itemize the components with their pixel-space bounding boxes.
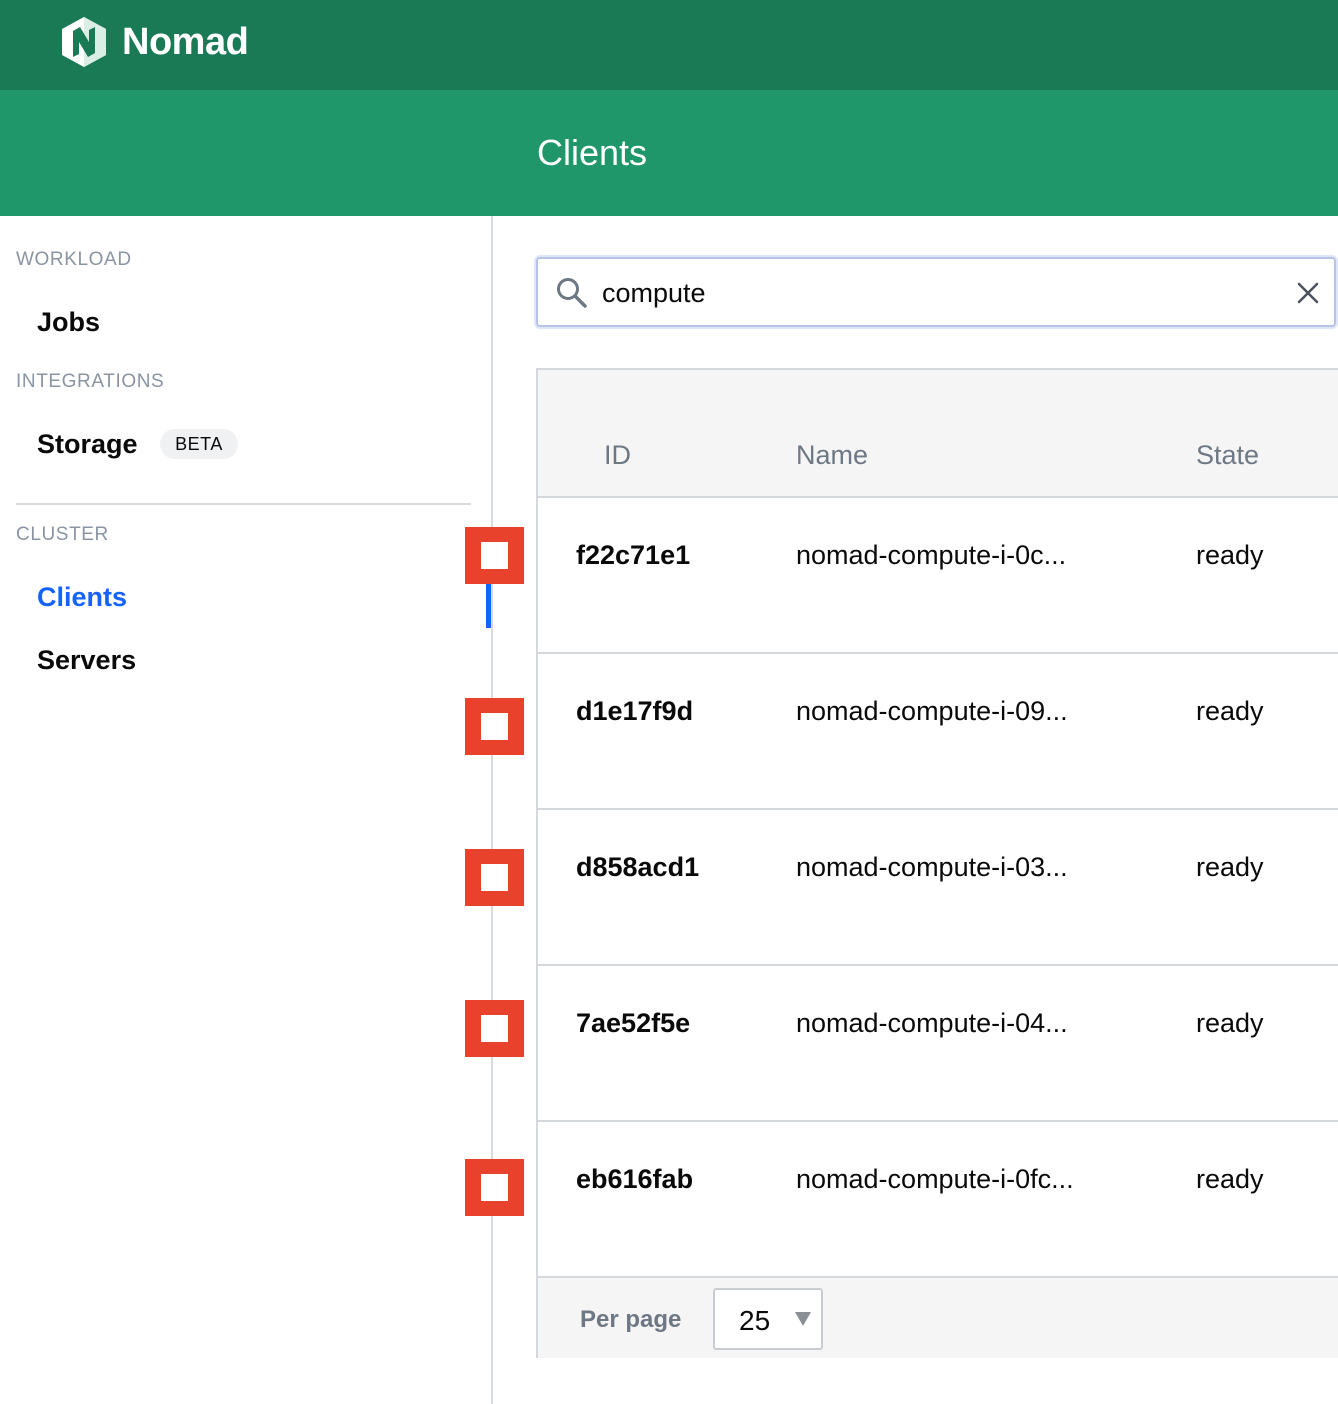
- brand-home-link[interactable]: Nomad: [60, 14, 249, 70]
- column-header-id[interactable]: ID: [604, 440, 631, 471]
- table-header: ID Name State: [538, 370, 1338, 498]
- client-name: nomad-compute-i-09...: [796, 696, 1068, 726]
- row-checkbox-marker[interactable]: [465, 1000, 524, 1057]
- client-name: nomad-compute-i-0c...: [796, 540, 1067, 570]
- page-title: Clients: [537, 132, 648, 173]
- search-icon: [556, 277, 588, 314]
- client-state: ready: [1196, 540, 1264, 570]
- row-checkbox-marker[interactable]: [465, 698, 524, 755]
- brand-name: Nomad: [122, 20, 249, 63]
- row-checkbox-marker[interactable]: [465, 527, 524, 584]
- nomad-logo-icon: [60, 15, 108, 69]
- client-id[interactable]: d858acd1: [576, 852, 699, 883]
- client-name: nomad-compute-i-0fc...: [796, 1164, 1074, 1194]
- section-label-integrations: INTEGRATIONS: [16, 371, 165, 392]
- sidebar-item-storage[interactable]: Storage: [37, 429, 138, 460]
- per-page-label: Per page: [580, 1306, 682, 1333]
- client-state: ready: [1196, 1008, 1264, 1038]
- sidebar-divider: [16, 503, 471, 505]
- table-row[interactable]: d858acd1 nomad-compute-i-03... ready: [538, 810, 1338, 966]
- section-label-workload: WORKLOAD: [16, 249, 132, 270]
- client-id[interactable]: eb616fab: [576, 1164, 693, 1195]
- table-footer: Per page 25: [538, 1278, 1338, 1358]
- column-header-state[interactable]: State: [1196, 440, 1259, 471]
- chevron-down-icon: [795, 1312, 811, 1326]
- table-row[interactable]: 7ae52f5e nomad-compute-i-04... ready: [538, 966, 1338, 1122]
- sidebar-item-jobs[interactable]: Jobs: [37, 307, 100, 338]
- page-header: Clients: [0, 90, 1338, 216]
- client-name: nomad-compute-i-03...: [796, 852, 1068, 882]
- close-icon[interactable]: [1296, 281, 1320, 310]
- sidebar: WORKLOAD Jobs INTEGRATIONS Storage BETA …: [0, 216, 493, 1404]
- client-state: ready: [1196, 1164, 1264, 1194]
- clients-table: ID Name State f22c71e1 nomad-compute-i-0…: [536, 368, 1338, 1358]
- client-id[interactable]: d1e17f9d: [576, 696, 693, 727]
- column-header-name[interactable]: Name: [796, 440, 868, 471]
- row-checkbox-marker[interactable]: [465, 849, 524, 906]
- search-input[interactable]: [602, 273, 1282, 313]
- row-checkbox-marker[interactable]: [465, 1159, 524, 1216]
- beta-badge: BETA: [160, 429, 238, 459]
- table-row[interactable]: f22c71e1 nomad-compute-i-0c... ready: [538, 498, 1338, 654]
- sidebar-item-servers[interactable]: Servers: [37, 645, 136, 676]
- sidebar-item-clients[interactable]: Clients: [37, 582, 127, 613]
- client-state: ready: [1196, 852, 1264, 882]
- search-field[interactable]: [536, 257, 1336, 327]
- per-page-value: 25: [739, 1305, 771, 1336]
- section-label-cluster: CLUSTER: [16, 524, 109, 545]
- table-row[interactable]: eb616fab nomad-compute-i-0fc... ready: [538, 1122, 1338, 1278]
- top-nav-bar: Nomad: [0, 0, 1338, 90]
- per-page-select[interactable]: 25: [713, 1288, 823, 1350]
- client-id[interactable]: f22c71e1: [576, 540, 690, 571]
- client-id[interactable]: 7ae52f5e: [576, 1008, 690, 1039]
- client-name: nomad-compute-i-04...: [796, 1008, 1068, 1038]
- client-state: ready: [1196, 696, 1264, 726]
- table-row[interactable]: d1e17f9d nomad-compute-i-09... ready: [538, 654, 1338, 810]
